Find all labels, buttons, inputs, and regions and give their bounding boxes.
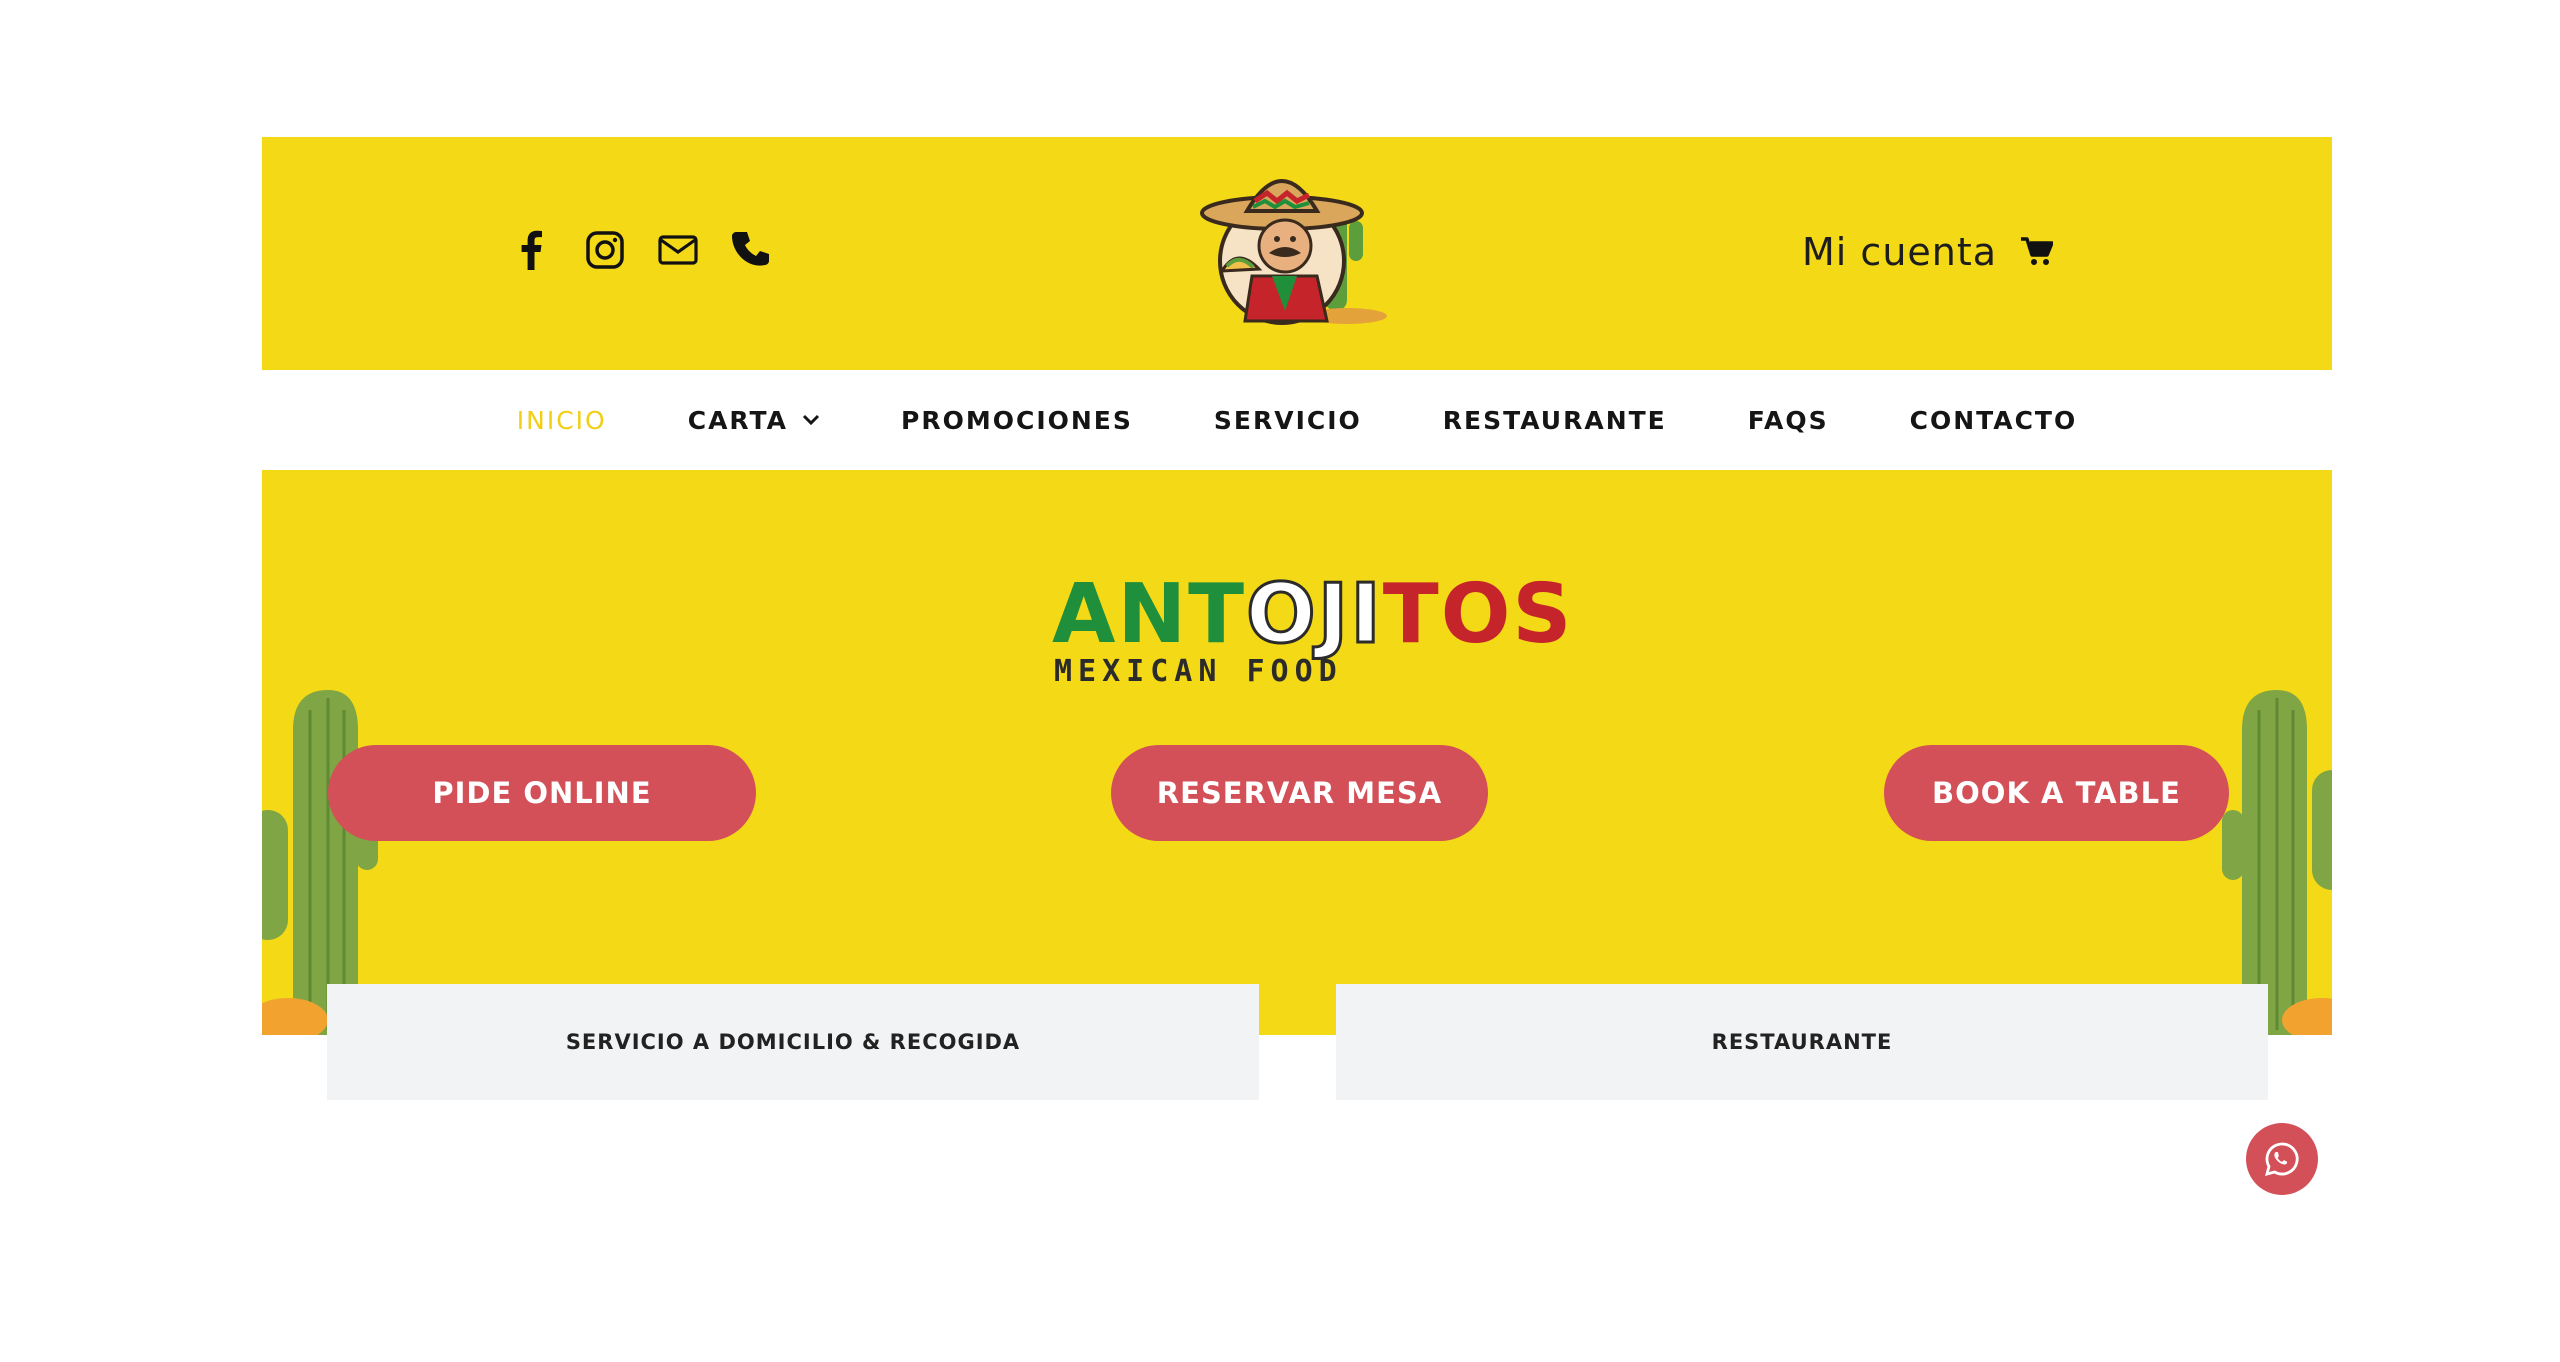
- nav-item-servicio[interactable]: SERVICIO: [1214, 406, 1362, 435]
- reservar-mesa-button[interactable]: RESERVAR MESA: [1111, 745, 1488, 841]
- chevron-down-icon: [802, 414, 820, 426]
- nav-item-faqs[interactable]: FAQS: [1748, 406, 1829, 435]
- antojitos-logo: ANTOJITOS MEXICAN FOOD: [1052, 572, 1571, 689]
- top-bar: Mi cuenta: [262, 137, 2332, 370]
- account-label: Mi cuenta: [1802, 230, 1998, 274]
- logo-subtitle: MEXICAN FOOD: [1054, 654, 1343, 689]
- site-header: Mi cuenta INICIO CARTA PROMOCIONES SERVI…: [262, 137, 2332, 1035]
- phone-icon[interactable]: [731, 230, 771, 270]
- whatsapp-icon: [2265, 1142, 2299, 1176]
- servicio-domicilio-card[interactable]: SERVICIO A DOMICILIO & RECOGIDA: [327, 984, 1259, 1100]
- facebook-icon[interactable]: [512, 230, 552, 270]
- cart-icon[interactable]: [2021, 237, 2054, 267]
- nav-item-restaurante[interactable]: RESTAURANTE: [1443, 406, 1667, 435]
- account-link[interactable]: Mi cuenta: [1802, 230, 2054, 274]
- hero-banner: ANTOJITOS MEXICAN FOOD PIDE ONLINE RESER…: [262, 470, 2332, 1035]
- mascot-logo[interactable]: [1197, 161, 1387, 331]
- nav-item-inicio[interactable]: INICIO: [517, 406, 607, 435]
- instagram-icon[interactable]: [585, 230, 625, 270]
- nav-item-promociones[interactable]: PROMOCIONES: [901, 406, 1133, 435]
- pide-online-button[interactable]: PIDE ONLINE: [328, 745, 756, 841]
- nav-item-contacto[interactable]: CONTACTO: [1910, 406, 2078, 435]
- social-links: [512, 230, 771, 270]
- whatsapp-button[interactable]: [2246, 1123, 2318, 1195]
- logo-wordmark: ANTOJITOS: [1052, 567, 1574, 662]
- book-a-table-button[interactable]: BOOK A TABLE: [1884, 745, 2229, 841]
- main-nav: INICIO CARTA PROMOCIONES SERVICIO RESTAU…: [262, 370, 2332, 470]
- nav-item-carta[interactable]: CARTA: [688, 406, 820, 435]
- restaurante-card[interactable]: RESTAURANTE: [1336, 984, 2268, 1100]
- mail-icon[interactable]: [658, 230, 698, 270]
